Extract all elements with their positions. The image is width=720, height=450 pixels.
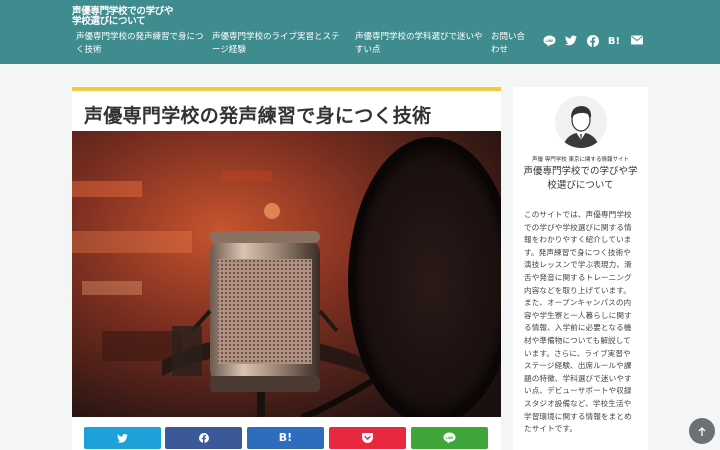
article-hero-image (72, 131, 501, 417)
share-twitter-button[interactable] (84, 427, 161, 449)
share-hatena-button[interactable]: B! (247, 427, 324, 449)
scroll-to-top-button[interactable] (689, 418, 715, 444)
nav-item-contact[interactable]: お問い合わせ (491, 31, 533, 57)
facebook-icon[interactable] (586, 35, 600, 48)
article-card: 声優専門学校の発声練習で身につく技術 B! LINE (72, 87, 501, 450)
line-icon[interactable]: LINE (542, 35, 556, 48)
arrow-up-icon (698, 426, 706, 436)
sidebar-profile: 声優 専門学校 東京に関する情報サイト 声優専門学校での学びや学校選びについて … (513, 87, 648, 450)
svg-text:LINE: LINE (446, 436, 455, 440)
sidebar-kicker: 声優 専門学校 東京に関する情報サイト (532, 157, 629, 163)
share-facebook-button[interactable] (165, 427, 242, 449)
share-line-button[interactable]: LINE (411, 427, 488, 449)
nav-item-live-practice[interactable]: 声優専門学校のライブ実習とステージ経験 (212, 31, 347, 57)
article-title: 声優専門学校の発声練習で身につく技術 (84, 105, 432, 127)
site-header: 声優専門学校での学びや学校選びについて 声優専門学校の発声練習で身につく技術 声… (0, 0, 720, 64)
nav-item-department-choice[interactable]: 声優専門学校の学科選びで迷いやすい点 (355, 31, 483, 57)
hatena-bookmark-icon[interactable]: B! (607, 35, 621, 48)
avatar (555, 96, 607, 148)
sidebar-site-name: 声優専門学校での学びや学校選びについて (523, 166, 638, 191)
site-title[interactable]: 声優専門学校での学びや学校選びについて (72, 7, 182, 27)
share-pocket-button[interactable] (329, 427, 406, 449)
twitter-icon[interactable] (564, 35, 578, 48)
sidebar-description: このサイトでは、声優専門学校での学びや学校選びに関する情報をわかりやすく紹介して… (524, 210, 632, 434)
mail-icon[interactable] (630, 35, 644, 48)
svg-text:LINE: LINE (545, 39, 554, 43)
nav-item-vocal-training[interactable]: 声優専門学校の発声練習で身につく技術 (76, 31, 206, 57)
